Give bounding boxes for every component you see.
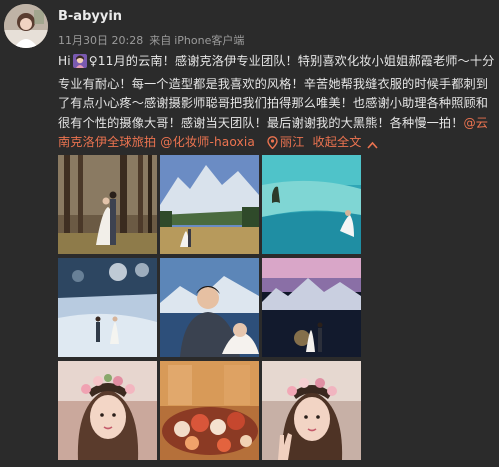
location-pin-icon <box>267 136 278 156</box>
post-date[interactable]: 11月30日 20:28 <box>58 34 143 47</box>
photo-night-mountain-couple[interactable] <box>262 258 361 357</box>
photo-turquoise-lake[interactable] <box>262 155 361 254</box>
post-text-body: ♀11月的云南！感谢克洛伊专业团队！特别喜欢化妆小姐姐郝霞老师～十分专业有耐心！… <box>58 54 495 130</box>
avatar[interactable] <box>4 4 48 48</box>
photo-snowy-beach-couple[interactable] <box>58 258 157 357</box>
photo-forest-couple[interactable] <box>58 155 157 254</box>
chevron-up-icon <box>366 136 378 156</box>
photo-groom-closeup[interactable] <box>160 258 259 357</box>
location-link[interactable]: 丽江 <box>265 135 305 150</box>
photo-flower-crown-peace-sign[interactable] <box>262 361 361 460</box>
post-meta: 11月30日 20:28 来自 iPhone客户端 <box>58 32 250 48</box>
photo-snow-mountain-meadow[interactable] <box>160 155 259 254</box>
girl-emoji-icon <box>72 54 87 75</box>
post-text-lead: Hi <box>58 54 71 68</box>
collapse-text-label: 收起全文 <box>312 135 362 149</box>
mention-makeup-artist[interactable]: @化妆师-haoxia <box>160 135 255 149</box>
source-prefix: 来自 <box>149 34 172 47</box>
collapse-text-link[interactable]: 收起全文 <box>312 135 379 149</box>
photo-flower-crown-portrait[interactable] <box>58 361 157 460</box>
username[interactable]: B-abyyin <box>58 9 122 24</box>
post-text: Hi ♀11月的云南！感谢克洛伊专业团队！特别喜欢化妆小姐姐郝霞老师～十分专业有耐… <box>58 52 498 156</box>
location-label: 丽江 <box>279 135 305 149</box>
post-source[interactable]: iPhone客户端 <box>174 34 244 47</box>
photo-flower-arrangement[interactable] <box>160 361 259 460</box>
photo-grid <box>58 155 361 461</box>
